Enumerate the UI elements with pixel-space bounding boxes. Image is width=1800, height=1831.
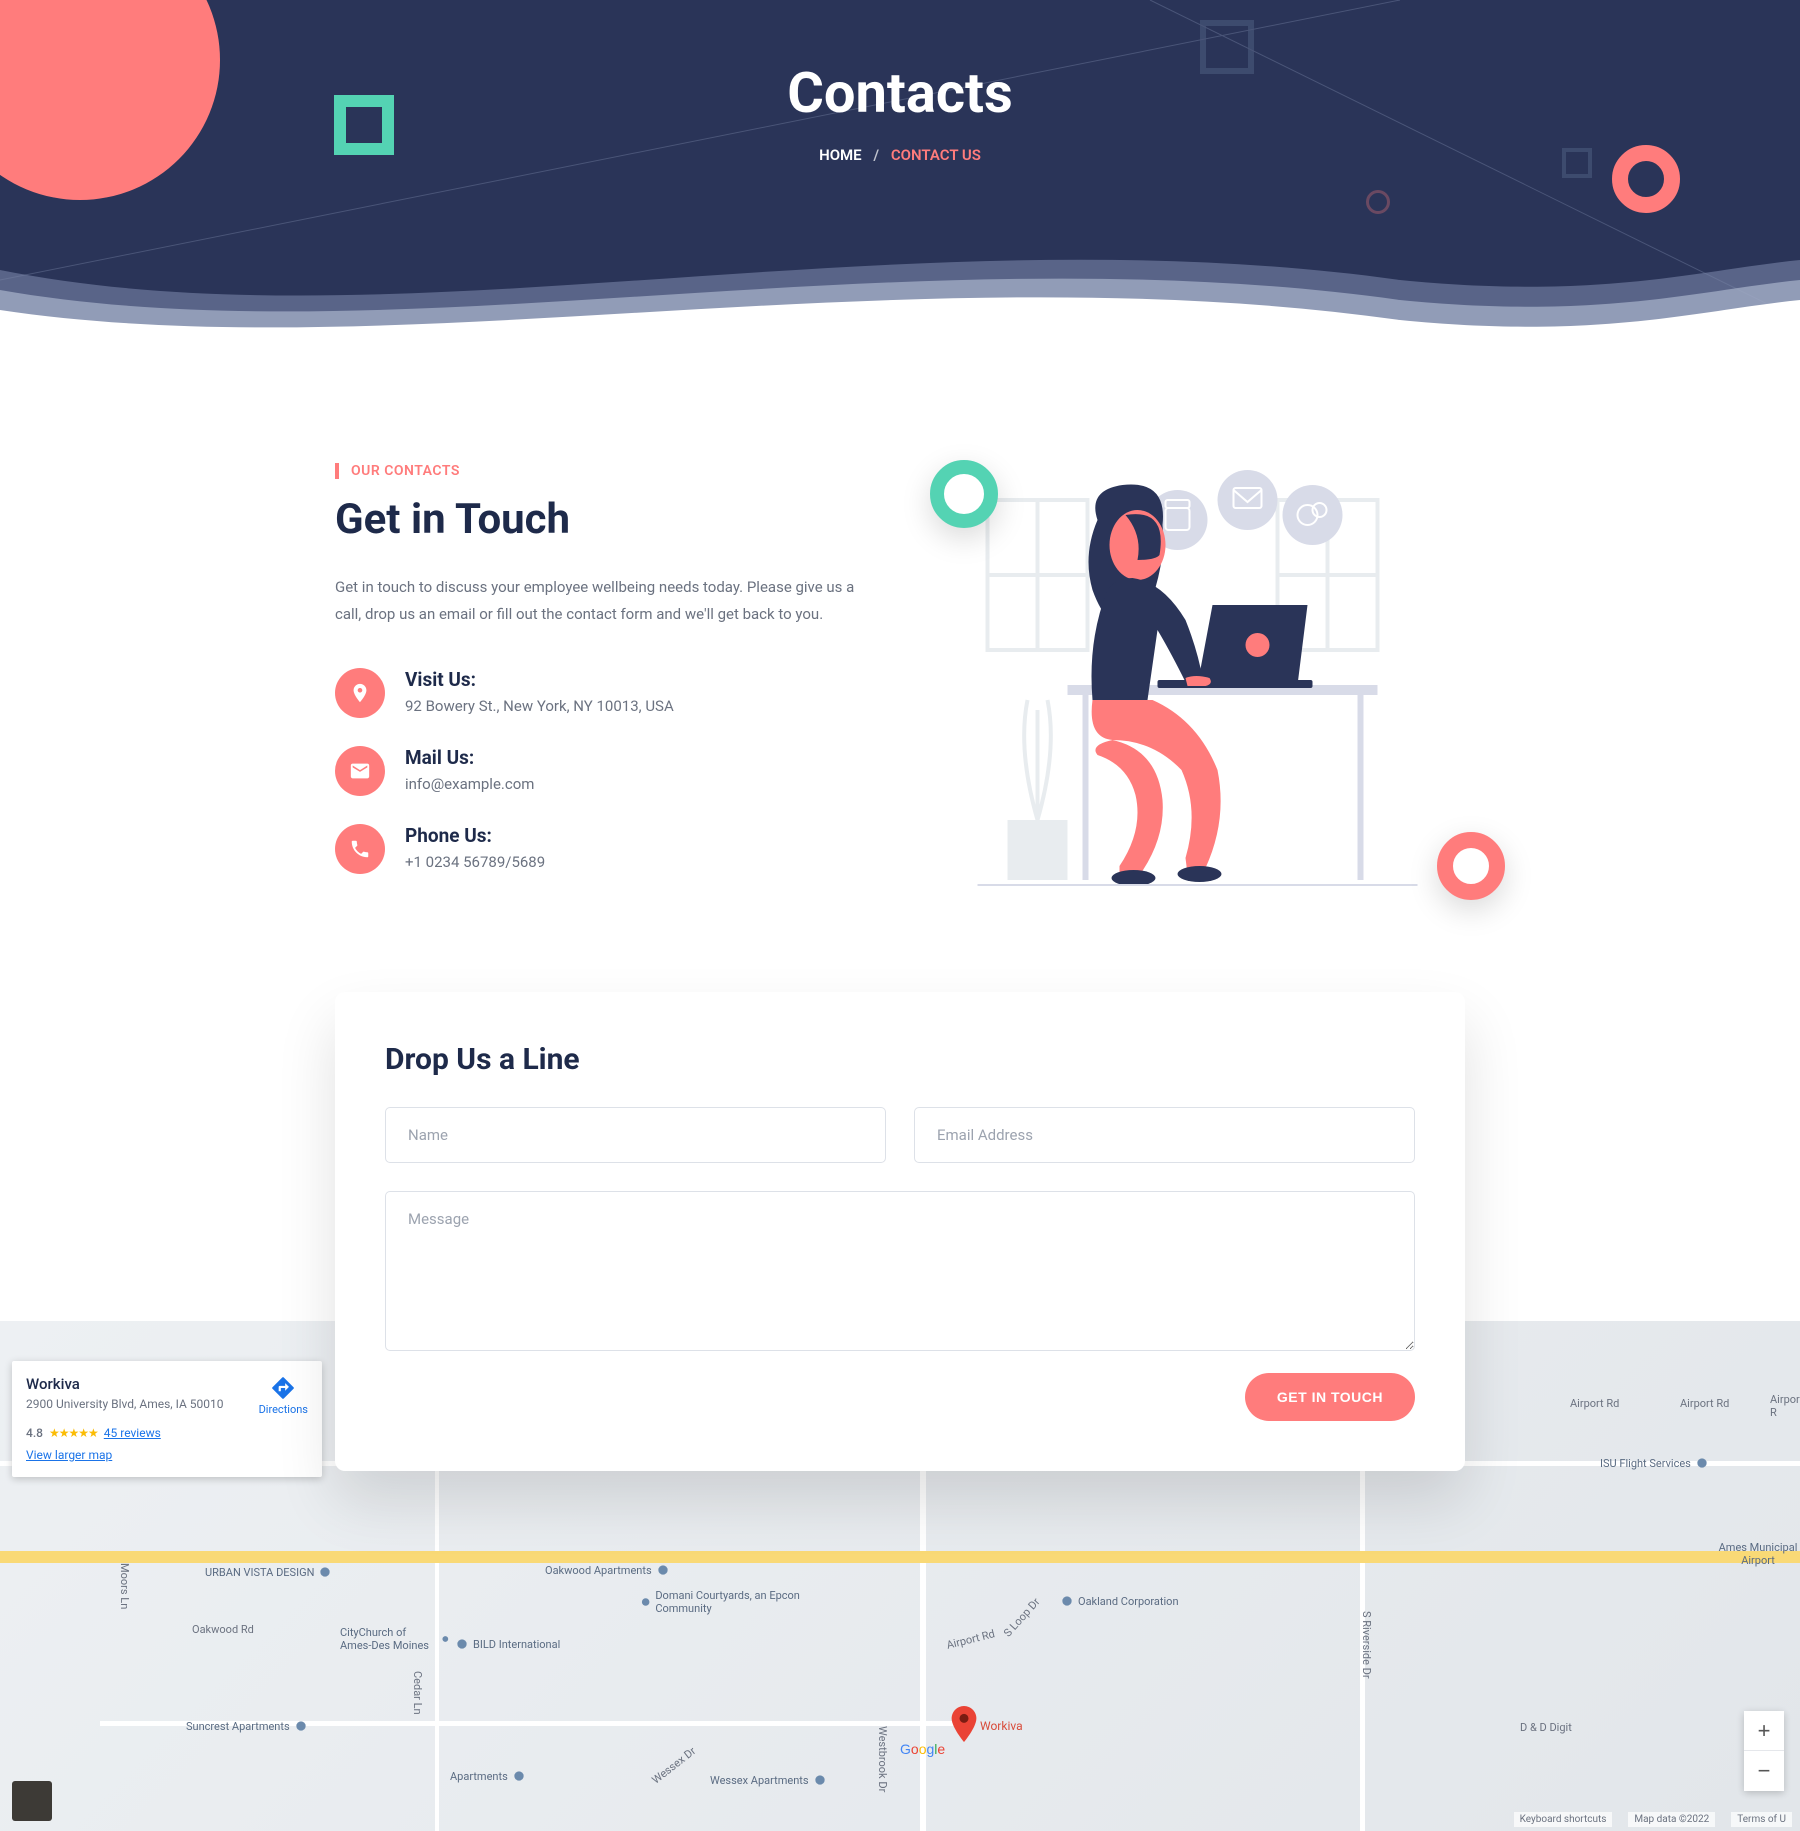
map-data-label: Map data ©2022 <box>1628 1812 1715 1827</box>
rating-score: 4.8 <box>26 1426 43 1440</box>
map-label-airport-rd: Airport Rd <box>1570 1397 1619 1410</box>
email-input[interactable] <box>914 1107 1415 1163</box>
pegman-button[interactable] <box>12 1781 52 1821</box>
map-poi-apartments[interactable]: Apartments <box>450 1769 526 1783</box>
map-zoom-controls: + − <box>1744 1711 1784 1791</box>
contact-form-card: Drop Us a Line GET IN TOUCH <box>335 992 1465 1471</box>
phone-label: Phone Us: <box>405 824 545 847</box>
map-poi-urban-vista[interactable]: URBAN VISTA DESIGN <box>205 1565 332 1579</box>
mail-label: Mail Us: <box>405 746 534 769</box>
page-title: Contacts <box>0 60 1800 126</box>
map-poi-domani[interactable]: Domani Courtyards, an Epcon Community <box>640 1589 820 1615</box>
rating-stars: ★★★★★ <box>49 1426 98 1440</box>
location-icon <box>335 668 385 718</box>
keyboard-shortcuts[interactable]: Keyboard shortcuts <box>1514 1812 1613 1827</box>
map-label-westbrook: Westbrook Dr <box>876 1726 889 1792</box>
map-label-airport-rd2: Airport Rd <box>1680 1397 1729 1410</box>
map-poi-wessex[interactable]: Wessex Apartments <box>710 1773 827 1787</box>
visit-value: 92 Bowery St., New York, NY 10013, USA <box>405 697 674 715</box>
map-label-moors: Moors Ln <box>118 1563 131 1609</box>
map-label-dd-digit: D & D Digit <box>1520 1721 1572 1734</box>
hero-banner: Contacts HOME / CONTACT US <box>0 0 1800 340</box>
map-label-oakwood-rd: Oakwood Rd <box>192 1623 254 1636</box>
map-card-title: Workiva <box>26 1375 224 1393</box>
submit-button[interactable]: GET IN TOUCH <box>1245 1373 1415 1421</box>
section-tag: OUR CONTACTS <box>335 463 460 479</box>
visit-label: Visit Us: <box>405 668 674 691</box>
reviews-link[interactable]: 45 reviews <box>104 1426 161 1440</box>
map-poi-ames-airport[interactable]: Ames Municipal Airport <box>1718 1541 1798 1567</box>
breadcrumb: HOME / CONTACT US <box>0 146 1800 164</box>
map-footer: Keyboard shortcuts Map data ©2022 Terms … <box>1514 1812 1792 1827</box>
map-card-rating: 4.8 ★★★★★ 45 reviews <box>26 1426 308 1440</box>
map-poi-citychurch[interactable]: CityChurch of Ames-Des Moines <box>340 1626 450 1652</box>
message-textarea[interactable] <box>385 1191 1415 1351</box>
phone-row: Phone Us: +1 0234 56789/5689 <box>335 824 870 874</box>
visit-row: Visit Us: 92 Bowery St., New York, NY 10… <box>335 668 870 718</box>
zoom-out-button[interactable]: − <box>1744 1751 1784 1791</box>
breadcrumb-home[interactable]: HOME <box>819 146 862 164</box>
section-title: Get in Touch <box>335 495 870 544</box>
decor-ring-teal <box>930 460 998 528</box>
phone-icon <box>335 824 385 874</box>
decor-dot <box>1366 190 1390 214</box>
decor-ring-coral <box>1437 832 1505 900</box>
mail-value: info@example.com <box>405 775 534 793</box>
mail-icon <box>335 746 385 796</box>
map-poi-isu-flight[interactable]: ISU Flight Services <box>1600 1456 1709 1470</box>
map-card-address: 2900 University Blvd, Ames, IA 50010 <box>26 1397 224 1411</box>
illustration-wrapper <box>930 460 1465 900</box>
contacts-info: OUR CONTACTS Get in Touch Get in touch t… <box>335 460 870 902</box>
map-poi-oakland[interactable]: Oakland Corporation <box>1060 1594 1179 1608</box>
breadcrumb-current: CONTACT US <box>891 146 981 164</box>
map-pin-label: Workiva <box>980 1719 1023 1733</box>
map-label-s-riverside: S Riverside Dr <box>1360 1611 1373 1679</box>
form-title: Drop Us a Line <box>385 1042 1415 1077</box>
directions-button[interactable]: Directions <box>259 1375 308 1416</box>
map-poi-bild[interactable]: BILD International <box>455 1637 560 1651</box>
section-text: Get in touch to discuss your employee we… <box>335 574 870 628</box>
map-label-cedar: Cedar Ln <box>411 1671 424 1715</box>
breadcrumb-separator: / <box>873 146 879 164</box>
google-logo: Google <box>900 1741 945 1757</box>
map-label-airport-rd3: Airport R <box>1770 1393 1800 1419</box>
contact-illustration <box>930 460 1465 900</box>
view-larger-map-link[interactable]: View larger map <box>26 1448 112 1462</box>
zoom-in-button[interactable]: + <box>1744 1711 1784 1751</box>
wave-decoration <box>0 230 1800 340</box>
name-input[interactable] <box>385 1107 886 1163</box>
map-info-card: Workiva 2900 University Blvd, Ames, IA 5… <box>12 1361 322 1477</box>
map-poi-suncrest[interactable]: Suncrest Apartments <box>186 1719 308 1733</box>
terms-link[interactable]: Terms of U <box>1731 1812 1792 1827</box>
phone-value: +1 0234 56789/5689 <box>405 853 545 871</box>
map-poi-oakwood-apts[interactable]: Oakwood Apartments <box>545 1563 670 1577</box>
mail-row: Mail Us: info@example.com <box>335 746 870 796</box>
map-pin-icon[interactable] <box>950 1706 978 1746</box>
